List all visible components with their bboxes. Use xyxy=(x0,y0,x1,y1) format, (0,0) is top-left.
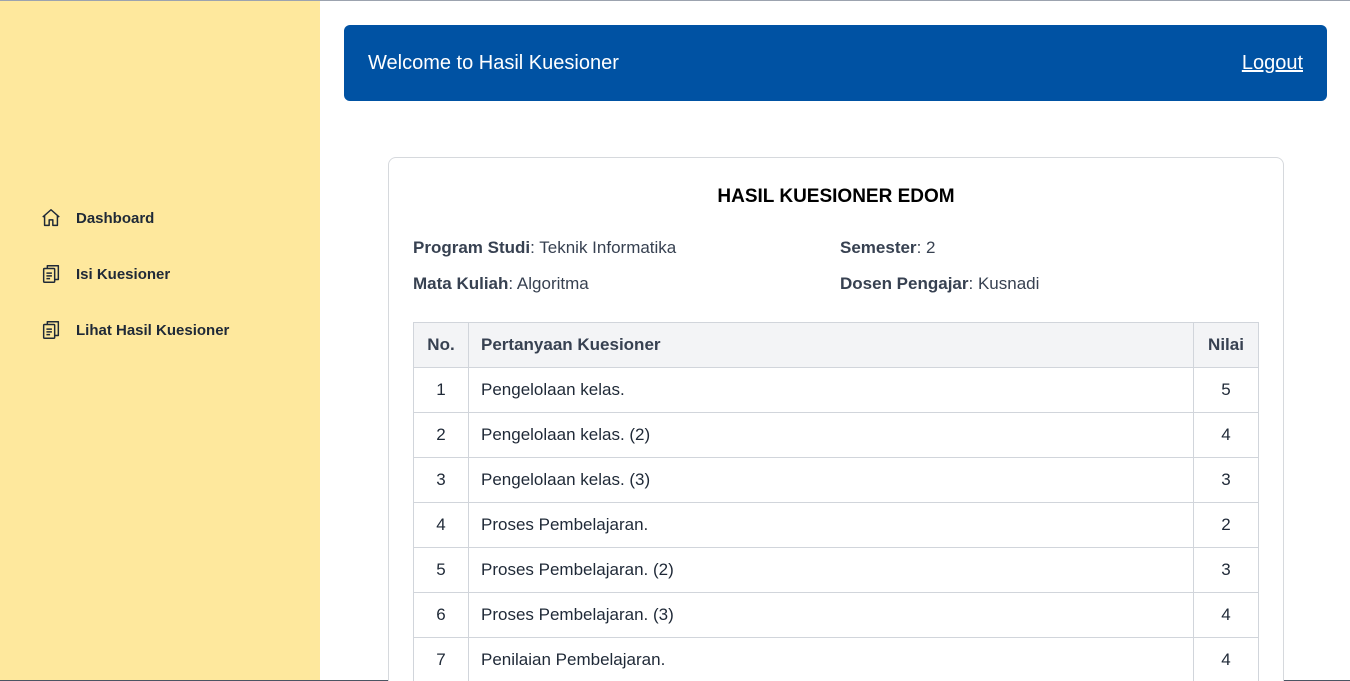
cell-score: 5 xyxy=(1193,367,1259,413)
cell-no: 2 xyxy=(413,412,469,458)
table-row: 7 Penilaian Pembelajaran. 4 xyxy=(413,637,1259,681)
table-row: 3 Pengelolaan kelas. (3) 3 xyxy=(413,457,1259,503)
program-studi-info: Program Studi: Teknik Informatika xyxy=(413,238,676,258)
table-header-row: No. Pertanyaan Kuesioner Nilai xyxy=(413,322,1259,368)
semester-value: : 2 xyxy=(916,238,936,257)
table-row: 2 Pengelolaan kelas. (2) 4 xyxy=(413,412,1259,458)
cell-no: 5 xyxy=(413,547,469,593)
home-icon xyxy=(40,207,62,229)
table-row: 4 Proses Pembelajaran. 2 xyxy=(413,502,1259,548)
cell-no: 3 xyxy=(413,457,469,503)
cell-question: Pengelolaan kelas. xyxy=(468,367,1194,413)
semester-label: Semester xyxy=(840,238,917,257)
cell-no: 7 xyxy=(413,637,469,681)
dosen-value: : Kusnadi xyxy=(968,274,1040,293)
page-title: Welcome to Hasil Kuesioner xyxy=(368,51,619,74)
sidebar: Dashboard Isi Kuesioner Lihat Hasil Kues… xyxy=(0,1,320,680)
sidebar-item-dashboard[interactable]: Dashboard xyxy=(40,205,229,231)
results-table: No. Pertanyaan Kuesioner Nilai 1 Pengelo… xyxy=(413,322,1259,681)
program-studi-value: : Teknik Informatika xyxy=(530,238,677,257)
col-header-no: No. xyxy=(413,322,469,368)
sidebar-item-isi-kuesioner[interactable]: Isi Kuesioner xyxy=(40,261,229,287)
cell-no: 4 xyxy=(413,502,469,548)
cell-score: 3 xyxy=(1193,457,1259,503)
cell-question: Proses Pembelajaran. (2) xyxy=(468,547,1194,593)
cell-score: 4 xyxy=(1193,637,1259,681)
table-row: 1 Pengelolaan kelas. 5 xyxy=(413,367,1259,413)
card-title: HASIL KUESIONER EDOM xyxy=(717,186,955,207)
dosen-info: Dosen Pengajar: Kusnadi xyxy=(840,274,1039,294)
cell-score: 4 xyxy=(1193,592,1259,638)
semester-info: Semester: 2 xyxy=(840,238,935,258)
header-bar: Welcome to Hasil Kuesioner Logout xyxy=(344,25,1327,101)
result-card: HASIL KUESIONER EDOM Program Studi: Tekn… xyxy=(388,157,1284,681)
cell-question: Penilaian Pembelajaran. xyxy=(468,637,1194,681)
clipboard-icon xyxy=(40,319,62,341)
sidebar-nav: Dashboard Isi Kuesioner Lihat Hasil Kues… xyxy=(40,205,229,373)
mata-kuliah-info: Mata Kuliah: Algoritma xyxy=(413,274,589,294)
sidebar-item-label: Dashboard xyxy=(76,209,155,227)
col-header-pertanyaan: Pertanyaan Kuesioner xyxy=(468,322,1194,368)
app-frame: Dashboard Isi Kuesioner Lihat Hasil Kues… xyxy=(0,0,1350,681)
clipboard-icon xyxy=(40,263,62,285)
mata-kuliah-label: Mata Kuliah xyxy=(413,274,509,293)
main-content: Welcome to Hasil Kuesioner Logout HASIL … xyxy=(320,1,1350,681)
mata-kuliah-value: : Algoritma xyxy=(508,274,589,293)
cell-question: Proses Pembelajaran. (3) xyxy=(468,592,1194,638)
col-header-nilai: Nilai xyxy=(1193,322,1259,368)
cell-score: 4 xyxy=(1193,412,1259,458)
sidebar-item-lihat-hasil-kuesioner[interactable]: Lihat Hasil Kuesioner xyxy=(40,317,229,343)
dosen-label: Dosen Pengajar xyxy=(840,274,969,293)
sidebar-item-label: Lihat Hasil Kuesioner xyxy=(76,321,230,339)
program-studi-label: Program Studi xyxy=(413,238,531,257)
cell-question: Proses Pembelajaran. xyxy=(468,502,1194,548)
cell-no: 6 xyxy=(413,592,469,638)
cell-question: Pengelolaan kelas. (2) xyxy=(468,412,1194,458)
sidebar-item-label: Isi Kuesioner xyxy=(76,265,171,283)
table-row: 5 Proses Pembelajaran. (2) 3 xyxy=(413,547,1259,593)
table-row: 6 Proses Pembelajaran. (3) 4 xyxy=(413,592,1259,638)
cell-score: 3 xyxy=(1193,547,1259,593)
cell-score: 2 xyxy=(1193,502,1259,548)
cell-question: Pengelolaan kelas. (3) xyxy=(468,457,1194,503)
logout-link[interactable]: Logout xyxy=(1242,52,1303,75)
cell-no: 1 xyxy=(413,367,469,413)
